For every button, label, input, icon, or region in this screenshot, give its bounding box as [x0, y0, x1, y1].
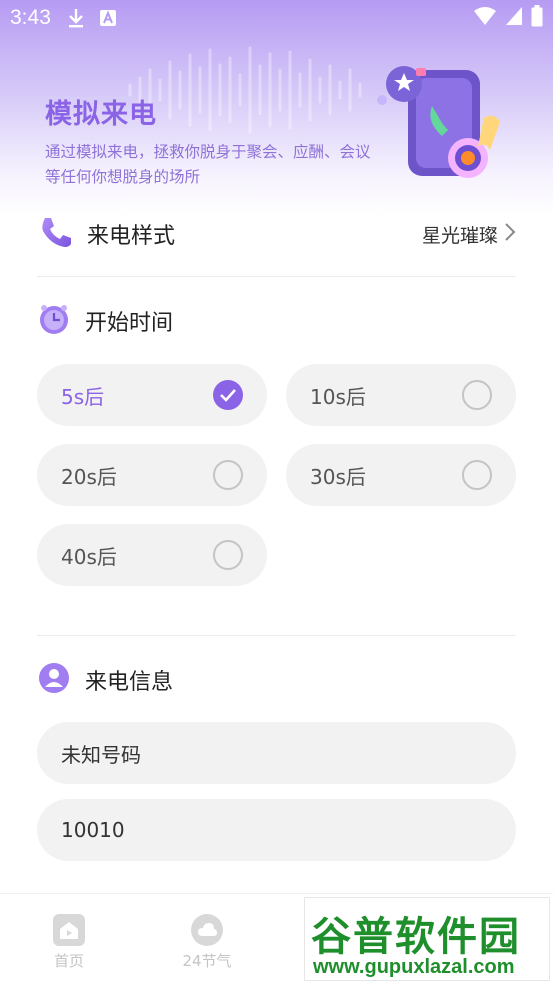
font-a-icon: [99, 9, 117, 27]
caller-number-field[interactable]: 10010: [37, 799, 516, 861]
page-subtitle: 通过模拟来电，拯救你脱身于聚会、应酬、会议等任何你想脱身的场所: [45, 143, 371, 186]
caller-name-field[interactable]: 未知号码: [37, 722, 516, 784]
call-style-current: 星光璀璨: [421, 224, 498, 247]
option-label: 10s后: [310, 384, 366, 409]
start-time-header: 开始时间: [37, 302, 516, 340]
call-style-value[interactable]: 星光璀璨: [422, 221, 516, 248]
option-label: 5s后: [61, 384, 105, 409]
status-bar: 3:43: [0, 0, 553, 36]
download-icon: [67, 8, 85, 28]
option-label: 30s后: [310, 464, 366, 489]
start-time-label: 开始时间: [85, 311, 174, 336]
start-time-option-5s[interactable]: 5s后: [37, 364, 267, 426]
watermark-text: 谷普软件园: [311, 914, 521, 960]
start-time-option-10s[interactable]: 10s后: [286, 364, 516, 426]
home-icon: [53, 914, 85, 946]
watermark-url: www.gupuxlazal.com: [313, 956, 515, 978]
call-style-row[interactable]: 来电样式 星光璀璨: [37, 215, 516, 253]
tab-home[interactable]: 首页: [29, 914, 109, 971]
clock-icon: [37, 302, 71, 340]
caller-info-label: 来电信息: [85, 670, 174, 695]
divider: [37, 635, 516, 636]
page-title: 模拟来电: [45, 99, 157, 130]
radio-icon: [462, 460, 492, 490]
tab-label: 首页: [53, 952, 84, 970]
radio-icon: [213, 460, 243, 490]
start-time-option-20s[interactable]: 20s后: [37, 444, 267, 506]
tab-solar-terms[interactable]: 24节气: [167, 914, 247, 971]
caller-info-header: 来电信息: [37, 661, 516, 699]
divider: [37, 276, 516, 277]
tab-label: 24节气: [182, 952, 232, 970]
start-time-option-30s[interactable]: 30s后: [286, 444, 516, 506]
wifi-icon: [473, 6, 497, 31]
battery-icon: [531, 4, 543, 32]
checkmark-icon: [213, 380, 243, 410]
caller-name-value: 未知号码: [61, 742, 141, 767]
status-time: 3:43: [10, 6, 51, 29]
phone-icon: [37, 214, 73, 254]
radio-icon: [213, 540, 243, 570]
watermark-logo: 谷普软件园 www.gupuxlazal.com: [304, 897, 550, 981]
start-time-option-40s[interactable]: 40s后: [37, 524, 267, 586]
user-icon: [37, 661, 71, 699]
signal-icon: [505, 6, 523, 31]
call-style-label: 来电样式: [87, 224, 176, 249]
option-label: 40s后: [61, 544, 117, 569]
phone-illustration-icon: [377, 66, 500, 178]
chevron-right-icon: [504, 222, 516, 247]
option-label: 20s后: [61, 464, 117, 489]
hero-banner: 3:43 模拟来电 通过模拟来电，拯救你脱身于聚会、应酬、会议等任何你想脱身的场…: [0, 0, 553, 215]
weather-icon: [191, 914, 223, 946]
caller-number-value: 10010: [61, 818, 125, 842]
radio-icon: [462, 380, 492, 410]
